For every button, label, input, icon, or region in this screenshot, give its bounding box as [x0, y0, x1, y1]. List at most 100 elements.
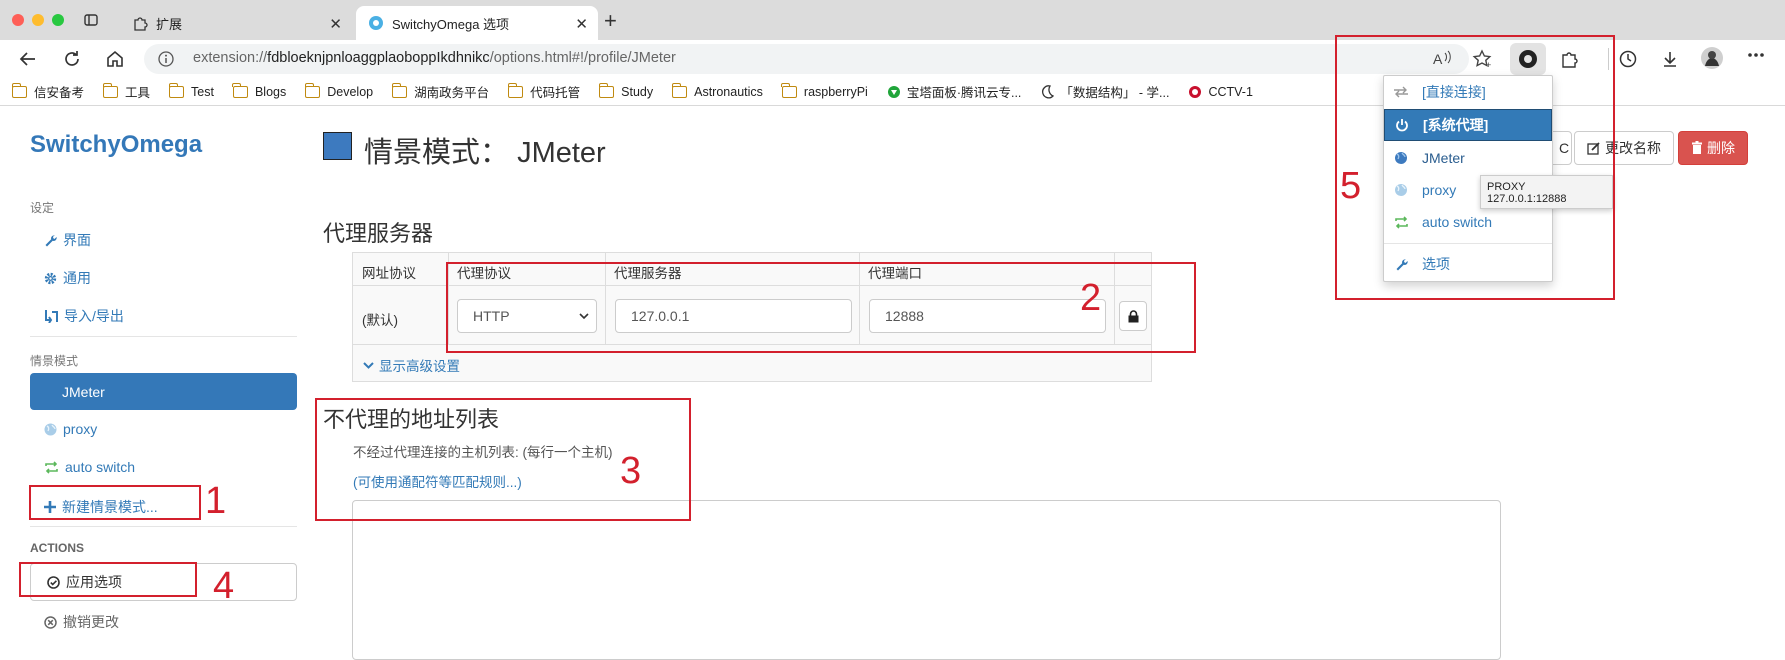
- chevron-down-icon: [363, 361, 374, 370]
- proxy-servers-heading: 代理服务器: [323, 221, 434, 246]
- bookmark-item[interactable]: 信安备考: [11, 82, 85, 101]
- folder-icon: [598, 82, 615, 98]
- annotation-box-1: [29, 485, 201, 520]
- sidebar-item-label: 导入/导出: [64, 308, 124, 324]
- back-icon[interactable]: [18, 49, 38, 69]
- bypass-list-textarea[interactable]: [352, 500, 1501, 660]
- gear-icon: [44, 272, 57, 285]
- tab-extensions[interactable]: 扩展 ✕: [120, 6, 352, 40]
- close-tab-icon[interactable]: ✕: [575, 15, 588, 33]
- sidebar-item-label: 界面: [63, 232, 91, 248]
- bookmark-item[interactable]: Study: [598, 82, 654, 99]
- bookmark-label: 工具: [125, 86, 151, 100]
- sidebar-item-general[interactable]: 通用: [44, 268, 91, 288]
- bookmark-item[interactable]: Develop: [304, 82, 374, 99]
- folder-icon: [781, 82, 797, 98]
- discard-changes-button[interactable]: 撤销更改: [44, 612, 119, 632]
- table-cell-scheme: (默认): [362, 313, 398, 328]
- bookmark-item[interactable]: 工具: [102, 82, 151, 101]
- more-menu-icon[interactable]: [1748, 52, 1764, 58]
- close-window-button[interactable]: [12, 14, 24, 26]
- bookmark-label: Test: [191, 84, 214, 99]
- brand-logo[interactable]: SwitchyOmega: [30, 131, 202, 159]
- profiles-header: 情景模式: [30, 354, 79, 368]
- bookmark-label: 湖南政务平台: [414, 86, 490, 100]
- table-header-scheme: 网址协议: [362, 266, 416, 281]
- sidebar-divider: [30, 526, 297, 527]
- profile-avatar[interactable]: [1700, 46, 1724, 70]
- download-icon[interactable]: [1660, 49, 1680, 69]
- tab-strip: 扩展 ✕ SwitchyOmega 选项 ✕ +: [0, 0, 1785, 40]
- bookmark-item[interactable]: Blogs: [232, 82, 287, 99]
- sidebar-item-import-export[interactable]: 导入/导出: [44, 306, 124, 326]
- annotation-number-1: 1: [205, 480, 227, 522]
- sidebar-toggle-icon[interactable]: [84, 14, 98, 26]
- sidebar-item-proxy[interactable]: proxy: [44, 421, 97, 437]
- folder-icon: [102, 82, 119, 98]
- annotation-number-4: 4: [213, 565, 235, 607]
- tab-label: SwitchyOmega 选项: [392, 16, 510, 32]
- show-advanced-link[interactable]: 显示高级设置: [363, 355, 460, 375]
- bookmark-item[interactable]: Test: [168, 82, 214, 99]
- bookmark-item[interactable]: CCTV-1: [1188, 84, 1253, 99]
- bookmark-item[interactable]: 湖南政务平台: [391, 82, 490, 101]
- profile-color-swatch[interactable]: [323, 132, 352, 160]
- bookmark-label: raspberryPi: [803, 84, 868, 99]
- annotation-number-5: 5: [1340, 165, 1362, 207]
- home-icon[interactable]: [105, 49, 125, 69]
- url-text[interactable]: extension://fdbloeknjpnloaggplaoboppIkdh…: [193, 50, 676, 66]
- site-info-icon[interactable]: [158, 51, 174, 67]
- import-export-icon: [44, 309, 58, 323]
- actions-header: ACTIONS: [30, 541, 84, 555]
- annotation-number-3: 3: [620, 450, 642, 492]
- puzzle-icon: [132, 15, 148, 31]
- bookmark-item[interactable]: 宝塔面板·腾讯云专...: [887, 82, 1022, 101]
- annotation-number-2: 2: [1080, 277, 1102, 319]
- bookmark-label: Study: [621, 84, 654, 99]
- folder-icon: [671, 82, 688, 98]
- tab-switchyomega-options[interactable]: SwitchyOmega 选项 ✕: [356, 6, 598, 40]
- annotation-box-5: [1335, 35, 1615, 300]
- bookmark-label: 信安备考: [34, 86, 85, 100]
- folder-icon: [232, 82, 248, 98]
- sidebar-item-label: proxy: [63, 421, 98, 437]
- show-advanced-label: 显示高级设置: [379, 359, 460, 374]
- sidebar-item-interface[interactable]: 界面: [44, 230, 91, 250]
- maximize-window-button[interactable]: [52, 14, 64, 26]
- delete-button[interactable]: 删除: [1678, 131, 1748, 165]
- bookmark-label: CCTV-1: [1208, 84, 1253, 99]
- bt-panel-icon: [887, 85, 901, 99]
- reload-icon[interactable]: [62, 49, 82, 69]
- bookmark-label: 「数据结构」 - 学...: [1060, 86, 1170, 100]
- sidebar-item-auto-switch[interactable]: auto switch: [44, 459, 135, 475]
- address-bar[interactable]: extension://fdbloeknjpnloaggplaoboppIkdh…: [144, 44, 1469, 74]
- delete-label: 删除: [1707, 140, 1735, 156]
- bookmark-label: Develop: [327, 84, 374, 99]
- url-scheme: extension://: [193, 50, 268, 66]
- bookmark-item[interactable]: 「数据结构」 - 学...: [1040, 82, 1169, 101]
- bookmark-item[interactable]: 代码托管: [507, 82, 580, 101]
- bookmark-label: Blogs: [254, 84, 287, 99]
- x-circle-icon: [44, 615, 57, 629]
- sidebar-divider: [30, 336, 297, 337]
- close-tab-icon[interactable]: ✕: [329, 15, 342, 33]
- bookmark-item[interactable]: Astronautics: [671, 82, 763, 99]
- url-host: fdbloeknjpnloaggplaoboppIkdhnikc: [267, 50, 490, 66]
- new-tab-icon[interactable]: +: [604, 8, 617, 34]
- folder-icon: [507, 82, 524, 98]
- folder-icon: [391, 82, 408, 98]
- sidebar-item-label: 通用: [63, 270, 91, 286]
- folder-icon: [304, 82, 321, 98]
- annotation-box-4: [19, 562, 197, 597]
- trash-icon: [1691, 141, 1703, 155]
- history-icon[interactable]: [1618, 49, 1638, 69]
- wrench-icon: [44, 234, 57, 247]
- tab-label: 扩展: [156, 16, 183, 32]
- sidebar-item-jmeter[interactable]: JMeter: [30, 373, 297, 410]
- cctv-icon: [1188, 85, 1202, 99]
- minimize-window-button[interactable]: [32, 14, 44, 26]
- globe-icon: [44, 423, 57, 436]
- bookmark-item[interactable]: raspberryPi: [781, 82, 868, 99]
- bookmark-label: 宝塔面板·腾讯云专...: [906, 86, 1022, 100]
- profile-title-label: 情景模式：: [364, 137, 510, 169]
